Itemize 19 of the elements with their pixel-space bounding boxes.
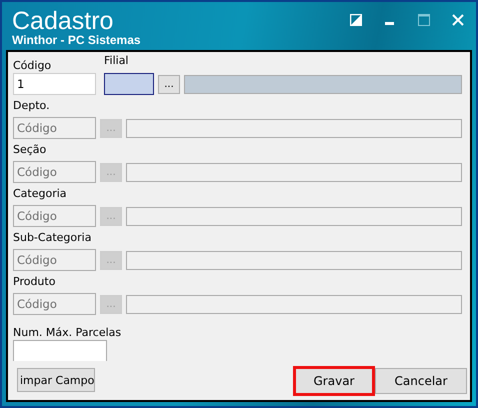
close-icon[interactable]: [452, 14, 464, 26]
cancel-button[interactable]: Cancelar: [375, 368, 467, 394]
window-title: Cadastro: [12, 8, 114, 34]
save-button[interactable]: Gravar: [293, 366, 375, 396]
window-subtitle: Winthor - PC Sistemas: [12, 34, 141, 47]
field-label: Produto: [13, 274, 56, 289]
field-label: Código: [13, 58, 52, 73]
contrast-icon[interactable]: [350, 14, 362, 26]
clear-field-button[interactable]: impar Campo: [17, 368, 95, 392]
installments-input[interactable]: [13, 340, 107, 361]
field-label: Sub-Categoria: [13, 230, 92, 245]
field-label: Seção: [13, 142, 48, 157]
lookup-button[interactable]: ...: [158, 74, 180, 94]
branch-input[interactable]: [104, 73, 154, 95]
field-label: Filial: [104, 53, 130, 68]
field-label: Num. Máx. Parcelas: [13, 325, 122, 340]
code-input[interactable]: 1: [13, 73, 96, 95]
field-label: Categoria: [13, 186, 68, 201]
field-label: Depto.: [13, 98, 51, 113]
